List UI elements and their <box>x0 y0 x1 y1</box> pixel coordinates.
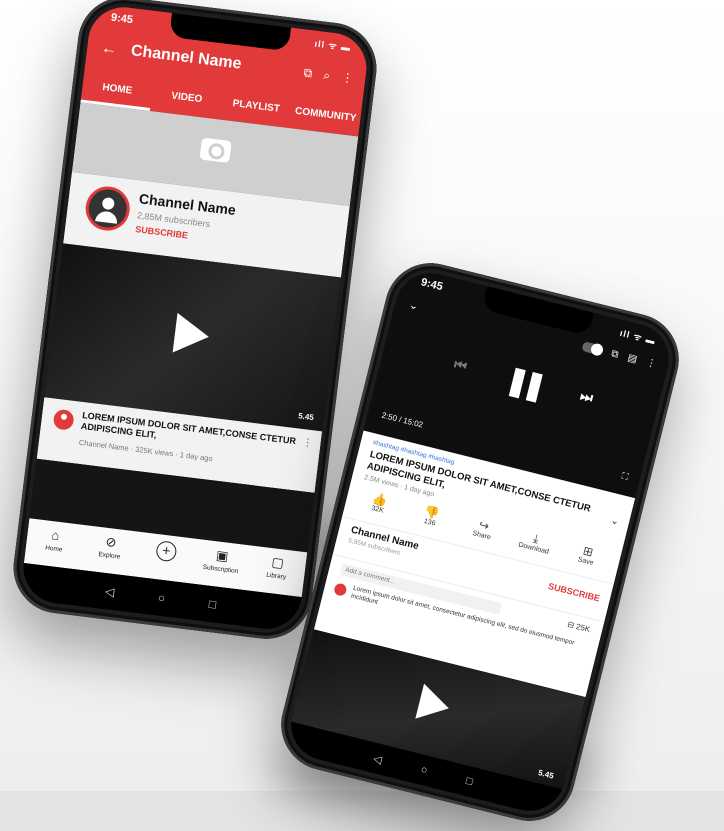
nav-library-label: Library <box>265 571 287 581</box>
avatar-head <box>101 196 115 211</box>
comment-icon: ⊟ <box>566 619 576 631</box>
recents-square-icon[interactable]: □ <box>208 597 217 612</box>
search-icon[interactable]: ⌕ <box>323 68 331 83</box>
nav-create[interactable]: + <box>135 532 196 583</box>
play-icon[interactable] <box>172 312 212 357</box>
nav-subscription[interactable]: ▣ Subscription <box>191 539 252 590</box>
more-vert-icon[interactable]: ⋮ <box>302 437 313 449</box>
avatar-body <box>95 210 119 224</box>
download-button[interactable]: ⤓ Download <box>507 525 564 558</box>
avatar[interactable] <box>83 184 133 234</box>
subscription-icon: ▣ <box>215 547 230 564</box>
share-button[interactable]: ↪ Share <box>455 512 512 545</box>
back-arrow-icon[interactable]: ← <box>100 40 118 60</box>
nav-subscription-label: Subscription <box>202 563 239 576</box>
home-icon: ⌂ <box>50 527 61 544</box>
floor <box>0 791 724 831</box>
phone2-screen: 9:45 ıll ᯤ ▬ ⌄ ⧉ ▤ ⋮ ⏮ ❚❚ ⏭ 2:50 / 15:02… <box>283 265 677 819</box>
playback-time: 2:50 / 15:02 <box>380 410 424 430</box>
compass-icon: ⊘ <box>104 533 118 551</box>
phone1-screen: 9:45 ıll ᯤ ▬ ← Channel Name ⧉ ⌕ ⋮ HOME V… <box>19 3 371 633</box>
comment-count[interactable]: ⊟ 25K <box>566 620 591 634</box>
previous-icon[interactable]: ⏮ <box>452 356 468 376</box>
next-icon[interactable]: ⏭ <box>578 387 595 407</box>
expand-chevron-icon[interactable]: ⌄ <box>609 515 620 528</box>
library-icon: ▢ <box>270 554 285 571</box>
comment-count-value: 25K <box>575 621 592 635</box>
collapse-chevron-icon[interactable]: ⌄ <box>408 298 420 313</box>
nav-explore-label: Explore <box>98 551 121 561</box>
camera-icon[interactable] <box>199 137 232 164</box>
recents-square-icon[interactable]: □ <box>465 775 474 788</box>
cast-icon[interactable]: ⧉ <box>610 348 620 360</box>
back-triangle-icon[interactable]: ◁ <box>372 751 383 766</box>
home-circle-icon[interactable]: ○ <box>157 591 166 606</box>
dislike-button[interactable]: 👎 136 <box>403 499 460 532</box>
autoplay-toggle[interactable] <box>581 341 604 357</box>
pause-icon[interactable]: ❚❚ <box>502 362 544 402</box>
nav-home-label: Home <box>44 544 63 554</box>
commenter-avatar[interactable] <box>333 582 348 597</box>
home-circle-icon[interactable]: ○ <box>419 764 428 777</box>
fullscreen-icon[interactable]: ⛶ <box>621 471 630 483</box>
nav-explore[interactable]: ⊘ Explore <box>79 525 140 576</box>
channel-avatar-icon[interactable] <box>52 408 75 431</box>
status-icons: ıll ᯤ ▬ <box>313 38 352 53</box>
video-duration: 5.45 <box>537 768 555 781</box>
play-icon[interactable] <box>415 683 454 726</box>
back-triangle-icon[interactable]: ◁ <box>104 584 115 599</box>
status-time: 9:45 <box>110 11 134 27</box>
more-vert-icon[interactable]: ⋮ <box>645 357 657 370</box>
appbar-tools: ⧉ ⌕ ⋮ <box>295 64 354 86</box>
subscribe-button[interactable]: SUBSCRIBE <box>135 224 189 240</box>
cast-icon[interactable]: ⧉ <box>303 65 313 80</box>
captions-icon[interactable]: ▤ <box>626 352 638 365</box>
appbar-title: Channel Name <box>130 42 243 73</box>
subscribe-button[interactable]: SUBSCRIBE <box>547 581 601 604</box>
status-icons: ıll ᯤ ▬ <box>618 327 657 347</box>
save-button[interactable]: ⊞ Save <box>559 538 616 571</box>
like-button[interactable]: 👍 32K <box>351 486 408 519</box>
nav-library[interactable]: ▢ Library <box>246 546 307 597</box>
more-vert-icon[interactable]: ⋮ <box>341 70 355 85</box>
nav-home[interactable]: ⌂ Home <box>24 518 85 569</box>
dislike-count: 136 <box>423 517 437 528</box>
status-time: 9:45 <box>419 276 444 294</box>
video-duration: 5.45 <box>297 411 315 423</box>
plus-icon: + <box>155 540 178 563</box>
